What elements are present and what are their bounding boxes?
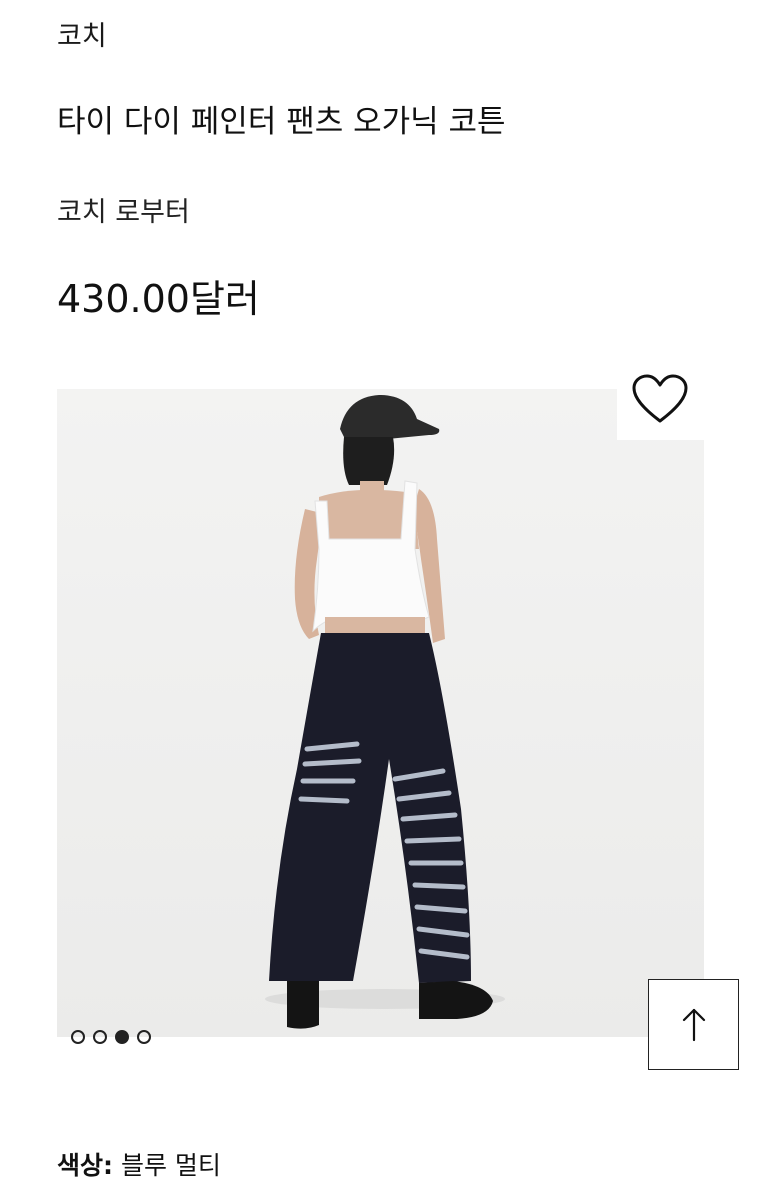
product-price: 430.00달러 <box>57 277 260 321</box>
color-selection: 색상: 블루 멀티 <box>57 1148 221 1184</box>
product-photo <box>57 389 704 1037</box>
scroll-to-top-button[interactable] <box>648 979 739 1070</box>
heart-icon <box>632 374 688 423</box>
product-title: 타이 다이 페인터 팬츠 오가닉 코튼 <box>57 104 506 140</box>
arrow-up-icon <box>682 1008 706 1042</box>
gallery-dot-4[interactable] <box>137 1030 151 1044</box>
gallery-pagination <box>71 1030 151 1044</box>
color-label: 색상: <box>57 1151 113 1180</box>
gallery-dot-3[interactable] <box>115 1030 129 1044</box>
collection-link[interactable]: 코치 로부터 <box>57 194 190 232</box>
brand-name[interactable]: 코치 <box>57 18 107 56</box>
product-image-gallery[interactable] <box>57 389 704 1037</box>
gallery-dot-2[interactable] <box>93 1030 107 1044</box>
color-value: 블루 멀티 <box>120 1151 221 1180</box>
gallery-dot-1[interactable] <box>71 1030 85 1044</box>
wishlist-button[interactable] <box>630 372 690 426</box>
